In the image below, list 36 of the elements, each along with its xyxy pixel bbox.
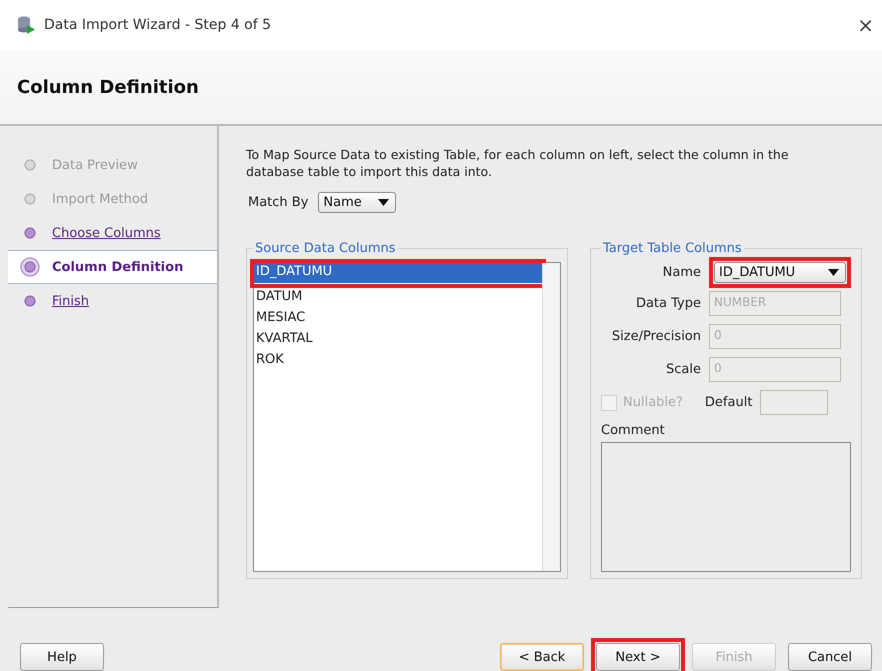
wizard-step: Column Definition bbox=[52, 260, 184, 274]
list-item[interactable]: ID_DATUMU bbox=[254, 263, 542, 284]
match-by-label: Match By bbox=[248, 195, 308, 210]
list-item[interactable]: MESIAC bbox=[254, 309, 542, 330]
wizard-step[interactable]: Choose Columns bbox=[52, 226, 161, 240]
caret-icon bbox=[378, 199, 390, 206]
field-label: Scale bbox=[665, 362, 701, 377]
column-select-dropdown[interactable]: ID_DATUMU bbox=[714, 262, 846, 283]
wizard-step[interactable]: Finish bbox=[52, 294, 90, 308]
field-label: Default bbox=[704, 395, 752, 410]
close-button[interactable]: × bbox=[857, 13, 874, 37]
comment-field[interactable] bbox=[601, 442, 851, 572]
window-title: Data Import Wizard - Step 4 of 5 bbox=[44, 17, 272, 33]
page-title: Column Definition bbox=[17, 76, 199, 98]
field-label: Comment bbox=[601, 423, 666, 438]
wizard-button[interactable]: Next > bbox=[596, 643, 680, 671]
caret-icon bbox=[828, 269, 839, 276]
match-by-dropdown[interactable]: Name bbox=[318, 192, 396, 213]
group-legend: Source Data Columns bbox=[253, 241, 398, 256]
wizard-button[interactable]: Cancel bbox=[788, 643, 872, 671]
wizard-step: Import Method bbox=[52, 192, 148, 206]
field-label: Size/Precision bbox=[610, 329, 701, 344]
wizard-button[interactable]: < Back bbox=[500, 643, 584, 671]
instructions-text: To Map Source Data to existing Table, for each column on left, select the column in the database table to import this data into. bbox=[246, 146, 790, 180]
database-import-icon bbox=[16, 15, 36, 35]
wizard-step: Data Preview bbox=[52, 158, 138, 172]
field-label: Name bbox=[662, 265, 701, 280]
list-item[interactable]: KVARTAL bbox=[254, 330, 542, 351]
list-item[interactable]: ROK bbox=[254, 351, 542, 372]
list-item[interactable]: DATUM bbox=[254, 288, 542, 309]
source-columns-list[interactable]: ID_DATUMU DATUM MESIAC KVARTAL ROK bbox=[253, 262, 561, 572]
wizard-button[interactable]: Help bbox=[20, 643, 104, 671]
field-label: Data Type bbox=[634, 296, 701, 311]
scrollbar[interactable] bbox=[542, 263, 560, 571]
group-legend: Target Table Columns bbox=[601, 241, 744, 256]
default-field[interactable] bbox=[760, 390, 828, 415]
